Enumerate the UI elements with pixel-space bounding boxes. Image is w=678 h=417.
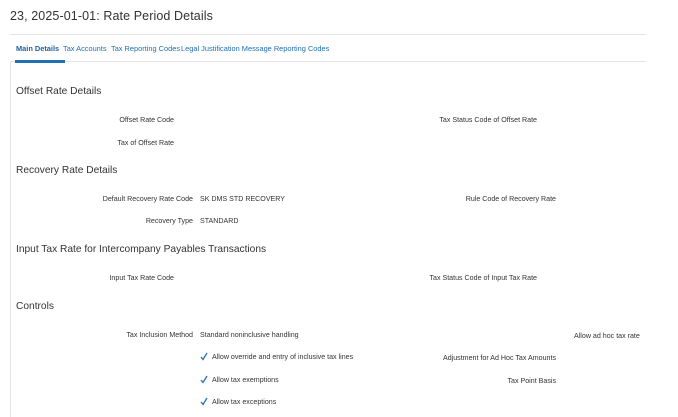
check-icon <box>562 331 570 340</box>
check-icon <box>200 375 208 384</box>
tab-main-details[interactable]: Main Details <box>16 44 59 53</box>
rule-code-recovery-rate-label: Rule Code of Recovery Rate <box>465 195 556 203</box>
tab-bar: Main Details Tax Accounts Tax Reporting … <box>10 34 646 63</box>
tax-point-basis-label: Tax Point Basis <box>507 377 557 385</box>
page-title: 23, 2025-01-01: Rate Period Details <box>10 9 213 23</box>
input-tax-rate-code-label: Input Tax Rate Code <box>109 274 174 282</box>
allow-ad-hoc-tax-rate-label: Allow ad hoc tax rate <box>574 331 640 340</box>
default-recovery-rate-code-value: SK DMS STD RECOVERY <box>200 195 286 203</box>
adjustment-ad-hoc-tax-amounts-label: Adjustment for Ad Hoc Tax Amounts <box>442 354 556 362</box>
section-recovery-rate-details: Recovery Rate Details <box>16 165 118 176</box>
recovery-type-value: STANDARD <box>200 217 239 225</box>
allow-ad-hoc-tax-rate-checkbox[interactable]: Allow ad hoc tax rate <box>562 331 640 340</box>
tax-inclusion-method-value: Standard noninclusive handling <box>200 331 299 339</box>
active-tab-indicator <box>15 60 65 63</box>
tax-status-code-offset-label: Tax Status Code of Offset Rate <box>439 116 537 124</box>
allow-tax-exceptions-label: Allow tax exceptions <box>212 397 277 406</box>
default-recovery-rate-code-label: Default Recovery Rate Code <box>102 195 193 203</box>
section-offset-rate-details: Offset Rate Details <box>16 86 102 97</box>
check-icon <box>200 397 208 406</box>
tax-status-code-input-label: Tax Status Code of Input Tax Rate <box>429 274 537 282</box>
offset-rate-code-label: Offset Rate Code <box>119 116 174 124</box>
tax-inclusion-method-label: Tax Inclusion Method <box>126 331 193 339</box>
tax-of-offset-rate-label: Tax of Offset Rate <box>117 139 174 147</box>
section-input-tax-rate-intercompany: Input Tax Rate for Intercompany Payables… <box>16 244 267 255</box>
tab-tax-reporting-codes[interactable]: Tax Reporting Codes <box>111 44 180 53</box>
allow-override-inclusive-checkbox[interactable]: Allow override and entry of inclusive ta… <box>200 352 353 361</box>
check-icon <box>200 352 208 361</box>
allow-tax-exemptions-checkbox[interactable]: Allow tax exemptions <box>200 375 279 384</box>
allow-tax-exemptions-label: Allow tax exemptions <box>212 375 279 384</box>
content-left-border <box>10 62 11 417</box>
allow-tax-exceptions-checkbox[interactable]: Allow tax exceptions <box>200 397 276 406</box>
tab-legal-justification-message-reporting-codes[interactable]: Legal Justification Message Reporting Co… <box>181 44 329 53</box>
tab-tax-accounts[interactable]: Tax Accounts <box>63 44 107 53</box>
section-controls: Controls <box>16 301 54 312</box>
allow-override-inclusive-label: Allow override and entry of inclusive ta… <box>212 352 354 361</box>
recovery-type-label: Recovery Type <box>145 217 193 225</box>
